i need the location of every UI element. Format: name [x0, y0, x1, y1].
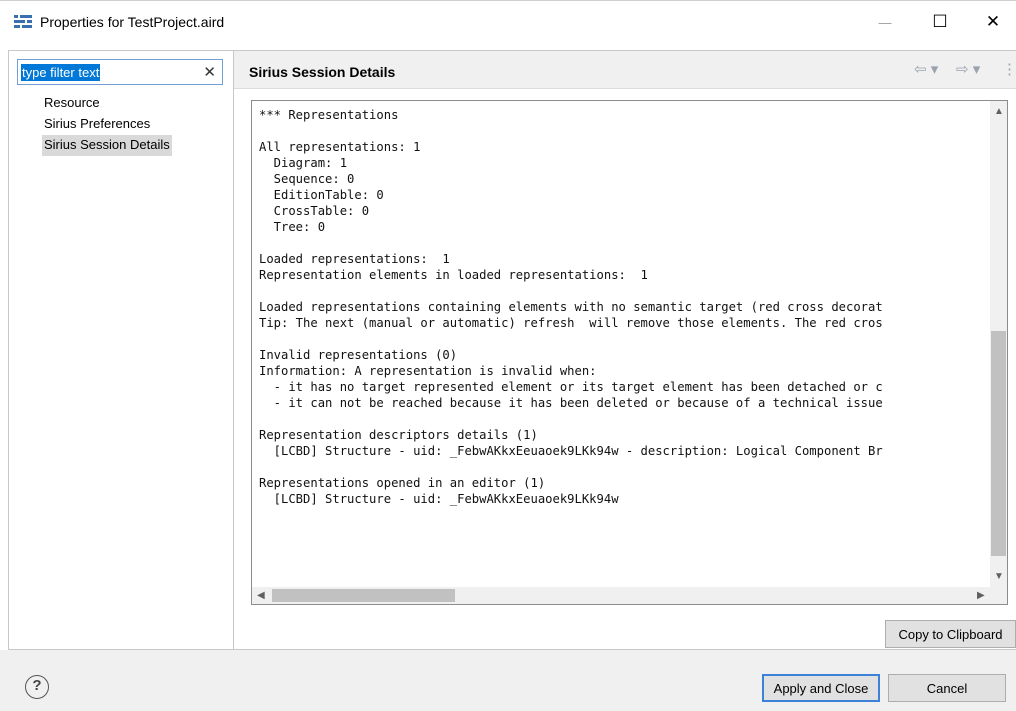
cancel-button[interactable]: Cancel [888, 674, 1006, 702]
details-line: All representations: 1 [259, 140, 421, 154]
details-line: EditionTable: 0 [259, 188, 384, 202]
horizontal-scrollbar[interactable]: ◀ ▶ [252, 587, 992, 604]
details-line: Loaded representations: 1 [259, 252, 450, 266]
details-line: Representation descriptors details (1) [259, 428, 538, 442]
view-menu-icon[interactable]: ⋮ [1002, 60, 1016, 78]
text-viewport: *** Representations All representations:… [252, 101, 992, 587]
nav-item-sirius-session-details[interactable]: Sirius Session Details [42, 135, 172, 156]
title-bar: Properties for TestProject.aird — ☐ ✕ [0, 0, 1016, 42]
filter-input-text[interactable]: type filter text [21, 64, 101, 81]
details-text: *** Representations All representations:… [259, 107, 883, 507]
details-line: *** Representations [259, 108, 399, 122]
scroll-up-icon[interactable]: ▲ [994, 106, 1004, 117]
scroll-down-icon[interactable]: ▼ [994, 571, 1004, 582]
back-icon[interactable]: ⇦ ▾ [914, 60, 938, 78]
details-line: - it can not be reached because it has b… [259, 396, 883, 410]
help-icon[interactable]: ? [25, 675, 49, 699]
scroll-right-icon[interactable]: ▶ [977, 590, 985, 601]
details-line [259, 283, 883, 299]
session-details-text[interactable]: *** Representations All representations:… [251, 100, 1008, 605]
details-line: [LCBD] Structure - uid: _FebwAKkxEeuaoek… [259, 444, 883, 458]
page-header: Sirius Session Details ⇦ ▾ ⇨ ▾ ⋮ [234, 51, 1016, 89]
close-button[interactable]: ✕ [970, 1, 1016, 43]
minimize-button[interactable]: — [862, 1, 908, 43]
scroll-left-icon[interactable]: ◀ [257, 590, 265, 601]
property-page: Sirius Session Details ⇦ ▾ ⇨ ▾ ⋮ *** Rep… [234, 50, 1016, 650]
window-title: Properties for TestProject.aird [40, 14, 225, 30]
details-line: Loaded representations containing elemen… [259, 300, 883, 314]
apply-and-close-button[interactable]: Apply and Close [762, 674, 880, 702]
details-line [259, 123, 883, 139]
nav-item-sirius-preferences[interactable]: Sirius Preferences [42, 114, 172, 135]
scrollbar-corner [990, 587, 1007, 604]
details-line: Diagram: 1 [259, 156, 348, 170]
vertical-scroll-thumb[interactable] [991, 331, 1006, 556]
properties-icon [14, 15, 32, 28]
maximize-button[interactable]: ☐ [917, 1, 963, 43]
details-line: Representation elements in loaded repres… [259, 268, 648, 282]
details-line [259, 235, 883, 251]
page-title: Sirius Session Details [249, 64, 396, 80]
forward-icon[interactable]: ⇨ ▾ [956, 60, 980, 78]
details-line: Tip: The next (manual or automatic) refr… [259, 316, 883, 330]
details-line [259, 459, 883, 475]
details-line: Tree: 0 [259, 220, 326, 234]
details-line: - it has no target represented element o… [259, 380, 883, 394]
details-line: Information: A representation is invalid… [259, 364, 597, 378]
filter-input[interactable]: type filter text ✕ [17, 59, 223, 85]
details-line: [LCBD] Structure - uid: _FebwAKkxEeuaoek… [259, 492, 619, 506]
details-line: Sequence: 0 [259, 172, 355, 186]
property-pages-panel: type filter text ✕ Resource Sirius Prefe… [8, 50, 234, 650]
details-line: Invalid representations (0) [259, 348, 458, 362]
property-page-tree: Resource Sirius Preferences Sirius Sessi… [42, 93, 172, 156]
nav-item-resource[interactable]: Resource [42, 93, 172, 114]
vertical-scrollbar[interactable]: ▲ ▼ [990, 101, 1007, 587]
copy-to-clipboard-button[interactable]: Copy to Clipboard [885, 620, 1016, 648]
horizontal-scroll-thumb[interactable] [272, 589, 455, 602]
details-line [259, 411, 883, 427]
clear-filter-icon[interactable]: ✕ [203, 63, 216, 81]
details-line: CrossTable: 0 [259, 204, 370, 218]
details-line [259, 331, 883, 347]
details-line: Representations opened in an editor (1) [259, 476, 546, 490]
